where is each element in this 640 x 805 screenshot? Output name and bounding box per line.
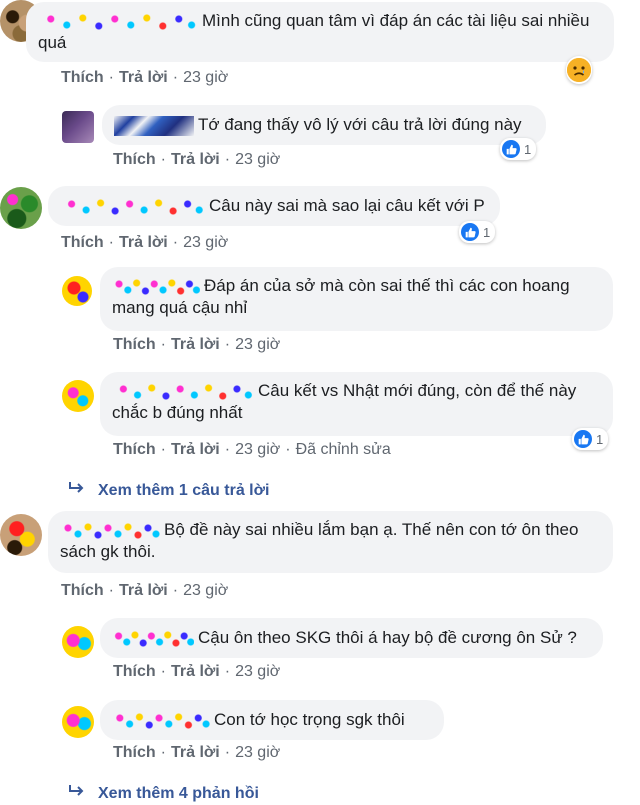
comment-actions: Thích · Trả lời · 23 giờ — [113, 151, 281, 168]
timestamp[interactable]: 23 giờ — [183, 582, 228, 599]
reaction-badge[interactable] — [566, 56, 592, 84]
timestamp[interactable]: 23 giờ — [183, 234, 228, 251]
author-name[interactable] — [38, 11, 198, 32]
author-name[interactable] — [112, 710, 210, 731]
comment-bubble: Cậu ôn theo SKG thôi á hay bộ đề cương ô… — [100, 618, 603, 658]
comment-bubble: Đáp án của sở mà còn sai thế thì các con… — [100, 267, 613, 331]
avatar[interactable] — [0, 187, 42, 229]
comment-bubble: Mình cũng quan tâm vì đáp án các tài liệ… — [26, 2, 614, 62]
reply-action[interactable]: Trả lời — [119, 234, 168, 251]
reaction-count: 1 — [596, 431, 604, 447]
avatar[interactable] — [62, 276, 92, 306]
author-name[interactable] — [112, 381, 254, 402]
like-action[interactable]: Thích — [61, 234, 104, 251]
reply-action[interactable]: Trả lời — [119, 69, 168, 86]
comment-bubble: Con tớ học trọng sgk thôi — [100, 700, 444, 740]
sad-reaction-icon — [567, 58, 591, 82]
timestamp[interactable]: 23 giờ — [235, 441, 280, 458]
like-action[interactable]: Thích — [113, 336, 156, 353]
comment-actions: Thích · Trả lời · 23 giờ — [61, 582, 229, 599]
comment-text: Con tớ học trọng sgk thôi — [214, 710, 405, 729]
author-name[interactable] — [112, 276, 200, 297]
reaction-badge[interactable]: 1 — [500, 138, 537, 160]
author-name[interactable] — [114, 115, 194, 136]
avatar[interactable] — [62, 706, 94, 738]
avatar[interactable] — [0, 514, 42, 556]
reaction-badge[interactable]: 1 — [459, 221, 496, 243]
timestamp[interactable]: 23 giờ — [235, 336, 280, 353]
reply-action[interactable]: Trả lời — [171, 744, 220, 761]
reply-action[interactable]: Trả lời — [171, 663, 220, 680]
comment-bubble: Bộ đề này sai nhiều lắm bạn ạ. Thế nên c… — [48, 511, 613, 573]
like-action[interactable]: Thích — [113, 744, 156, 761]
avatar[interactable] — [62, 111, 94, 143]
comment-bubble: Câu này sai mà sao lại câu kết với P — [48, 186, 500, 226]
avatar[interactable] — [62, 626, 94, 658]
view-more-label[interactable]: Xem thêm 1 câu trả lời — [98, 482, 269, 500]
timestamp[interactable]: 23 giờ — [235, 744, 280, 761]
reply-arrow-icon — [68, 481, 86, 500]
comment-actions: Thích · Trả lời · 23 giờ — [113, 744, 281, 761]
like-reaction-icon — [574, 430, 592, 448]
reaction-count: 1 — [524, 141, 532, 157]
reaction-count: 1 — [483, 224, 491, 240]
like-reaction-icon — [502, 140, 520, 158]
comment-bubble: Tớ đang thấy vô lý với câu trả lời đúng … — [102, 105, 546, 145]
avatar[interactable] — [62, 380, 94, 412]
reply-action[interactable]: Trả lời — [119, 582, 168, 599]
reply-arrow-icon — [68, 784, 86, 803]
reaction-badge[interactable]: 1 — [572, 428, 609, 450]
comment-actions: Thích · Trả lời · 23 giờ — [61, 234, 229, 251]
author-name[interactable] — [60, 520, 160, 541]
like-action[interactable]: Thích — [61, 582, 104, 599]
reply-action[interactable]: Trả lời — [171, 151, 220, 168]
reply-action[interactable]: Trả lời — [171, 336, 220, 353]
comment-actions: Thích · Trả lời · 23 giờ · Đã chỉnh sửa — [113, 441, 391, 458]
comment-text: Câu này sai mà sao lại câu kết với P — [209, 196, 485, 215]
comment-text: Tớ đang thấy vô lý với câu trả lời đúng … — [198, 115, 522, 134]
view-more-label[interactable]: Xem thêm 4 phản hồi — [98, 785, 259, 803]
like-action[interactable]: Thích — [113, 151, 156, 168]
comment-actions: Thích · Trả lời · 23 giờ — [61, 69, 229, 86]
author-name[interactable] — [112, 628, 194, 649]
like-action[interactable]: Thích — [113, 441, 156, 458]
author-name[interactable] — [60, 196, 205, 217]
comment-actions: Thích · Trả lời · 23 giờ — [113, 336, 281, 353]
view-more-replies-link[interactable]: Xem thêm 4 phản hồi — [68, 784, 259, 803]
timestamp[interactable]: 23 giờ — [235, 663, 280, 680]
like-reaction-icon — [461, 223, 479, 241]
edited-label[interactable]: Đã chỉnh sửa — [296, 441, 391, 458]
view-more-replies-link[interactable]: Xem thêm 1 câu trả lời — [68, 481, 269, 500]
reply-action[interactable]: Trả lời — [171, 441, 220, 458]
timestamp[interactable]: 23 giờ — [235, 151, 280, 168]
like-action[interactable]: Thích — [61, 69, 104, 86]
comment-bubble: Câu kết vs Nhật mới đúng, còn để thế này… — [100, 372, 613, 436]
comment-text: Cậu ôn theo SKG thôi á hay bộ đề cương ô… — [198, 628, 577, 647]
timestamp[interactable]: 23 giờ — [183, 69, 228, 86]
like-action[interactable]: Thích — [113, 663, 156, 680]
comment-actions: Thích · Trả lời · 23 giờ — [113, 663, 281, 680]
